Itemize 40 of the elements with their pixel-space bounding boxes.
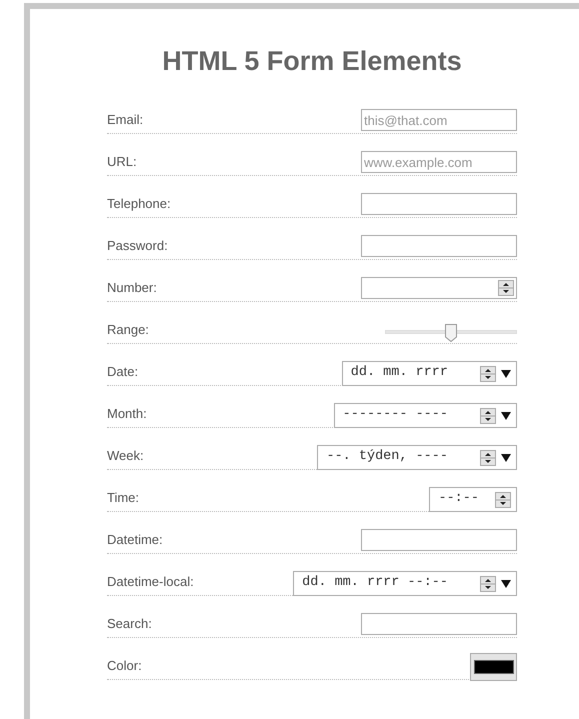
spinner-icon[interactable] — [480, 450, 496, 466]
spinner-icon[interactable] — [498, 280, 514, 296]
field-label: Search: — [107, 615, 152, 632]
color-picker[interactable] — [470, 653, 517, 681]
input-field[interactable] — [361, 193, 517, 215]
caret-icon[interactable] — [501, 370, 511, 378]
caret-icon[interactable] — [501, 454, 511, 462]
date-field[interactable]: --. týden, ---- — [317, 445, 517, 470]
slider-thumb[interactable] — [445, 324, 457, 342]
field-label: Datetime: — [107, 531, 163, 548]
date-field[interactable]: --:-- — [429, 487, 517, 512]
field-label: Email: — [107, 111, 144, 128]
input-field[interactable]: this@that.com — [361, 109, 517, 131]
date-field[interactable]: -------- ---- — [334, 403, 517, 428]
page-title: HTML 5 Form Elements — [161, 45, 463, 78]
number-field[interactable] — [361, 277, 517, 299]
input-field[interactable] — [361, 613, 517, 635]
field-label: Color: — [107, 657, 142, 674]
field-label: Datetime-local: — [107, 573, 194, 590]
caret-icon[interactable] — [501, 580, 511, 588]
field-label: Range: — [107, 321, 149, 338]
input-field[interactable] — [361, 529, 517, 551]
range-slider[interactable] — [385, 324, 517, 342]
field-label: Week: — [107, 447, 144, 464]
field-label: URL: — [107, 153, 137, 170]
spinner-icon[interactable] — [480, 576, 496, 592]
caret-icon[interactable] — [501, 412, 511, 420]
spinner-icon[interactable] — [480, 366, 496, 382]
field-label: Number: — [107, 279, 157, 296]
field-label: Password: — [107, 237, 168, 254]
spinner-icon[interactable] — [480, 408, 496, 424]
field-label: Month: — [107, 405, 147, 422]
field-label: Date: — [107, 363, 138, 380]
date-field[interactable]: dd. mm. rrrr --:-- — [293, 571, 517, 596]
input-field[interactable] — [361, 235, 517, 257]
date-field[interactable]: dd. mm. rrrr — [342, 361, 517, 386]
field-label: Time: — [107, 489, 140, 506]
field-label: Telephone: — [107, 195, 171, 212]
input-field[interactable]: www.example.com — [361, 151, 517, 173]
spinner-icon[interactable] — [495, 492, 511, 508]
